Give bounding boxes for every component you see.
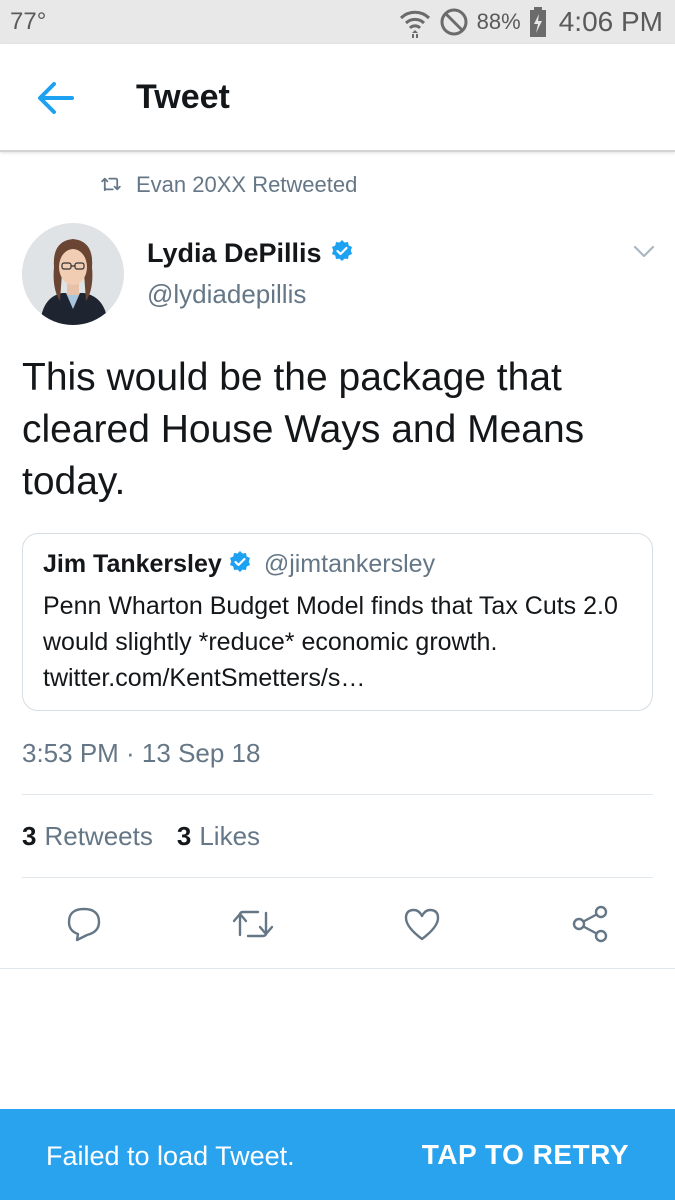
quoted-author-name: Jim Tankersley bbox=[43, 550, 222, 578]
back-button[interactable] bbox=[24, 74, 88, 122]
tweet-text: This would be the package that cleared H… bbox=[22, 356, 585, 503]
verified-badge-icon bbox=[228, 550, 252, 579]
divider bbox=[0, 968, 675, 969]
retweet-context-label: Evan 20XX Retweeted bbox=[136, 172, 358, 197]
quoted-tweet-card[interactable]: Jim Tankersley @jimtankersley Penn Whart… bbox=[22, 533, 653, 711]
author-handle[interactable]: @lydiadepillis bbox=[147, 279, 306, 310]
likes-label: Likes bbox=[199, 821, 261, 851]
divider bbox=[22, 794, 653, 795]
arrow-left-icon bbox=[38, 82, 74, 114]
retweet-context[interactable]: Evan 20XX Retweeted bbox=[100, 172, 357, 198]
app-toolbar: Tweet bbox=[0, 44, 675, 152]
retweets-stat[interactable]: 3 Retweets bbox=[22, 821, 153, 852]
quoted-tweet-header: Jim Tankersley @jimtankersley bbox=[43, 550, 435, 579]
like-button[interactable] bbox=[398, 900, 446, 948]
tweet-options-button[interactable] bbox=[628, 238, 660, 266]
retweet-icon bbox=[232, 910, 274, 938]
page-title: Tweet bbox=[136, 78, 230, 116]
profile-photo bbox=[22, 223, 124, 325]
heart-icon bbox=[404, 908, 440, 941]
share-button[interactable] bbox=[566, 900, 614, 948]
verified-badge-icon bbox=[330, 239, 354, 268]
share-icon bbox=[572, 905, 608, 943]
tweet-stats: 3 Retweets 3 Likes bbox=[22, 821, 260, 852]
author-name-row[interactable]: Lydia DePillis bbox=[147, 238, 354, 269]
chevron-down-icon bbox=[633, 245, 655, 258]
status-bar: 77° 88% 4:06 PM bbox=[0, 0, 675, 44]
snackbar-message: Failed to load Tweet. bbox=[46, 1141, 295, 1171]
reply-button[interactable] bbox=[60, 900, 108, 948]
weather-temperature: 77° bbox=[10, 8, 47, 35]
error-snackbar: Failed to load Tweet. TAP TO RETRY bbox=[0, 1109, 675, 1200]
quoted-author-handle: @jimtankersley bbox=[263, 550, 436, 578]
retweets-label: Retweets bbox=[44, 821, 153, 851]
battery-charging-icon bbox=[529, 7, 547, 37]
author-name: Lydia DePillis bbox=[147, 238, 322, 268]
retweet-icon bbox=[100, 172, 122, 198]
battery-percent: 88% bbox=[476, 9, 521, 34]
quoted-tweet-text: Penn Wharton Budget Model finds that Tax… bbox=[43, 592, 618, 692]
status-time: 4:06 PM bbox=[558, 6, 663, 37]
reply-icon bbox=[67, 907, 101, 942]
likes-count: 3 bbox=[176, 821, 192, 851]
likes-stat[interactable]: 3 Likes bbox=[177, 821, 260, 852]
tweet-actions bbox=[0, 880, 675, 968]
retweet-button[interactable] bbox=[229, 900, 277, 948]
status-icons: 88% 4:06 PM bbox=[399, 4, 663, 40]
tweet-timestamp: 3:53 PM · 13 Sep 18 bbox=[22, 738, 261, 768]
avatar[interactable] bbox=[22, 223, 124, 325]
divider bbox=[22, 877, 653, 878]
retweets-count: 3 bbox=[22, 821, 37, 851]
do-not-disturb-icon bbox=[439, 7, 469, 37]
wifi-icon bbox=[399, 6, 431, 38]
retry-button[interactable]: TAP TO RETRY bbox=[422, 1139, 629, 1171]
